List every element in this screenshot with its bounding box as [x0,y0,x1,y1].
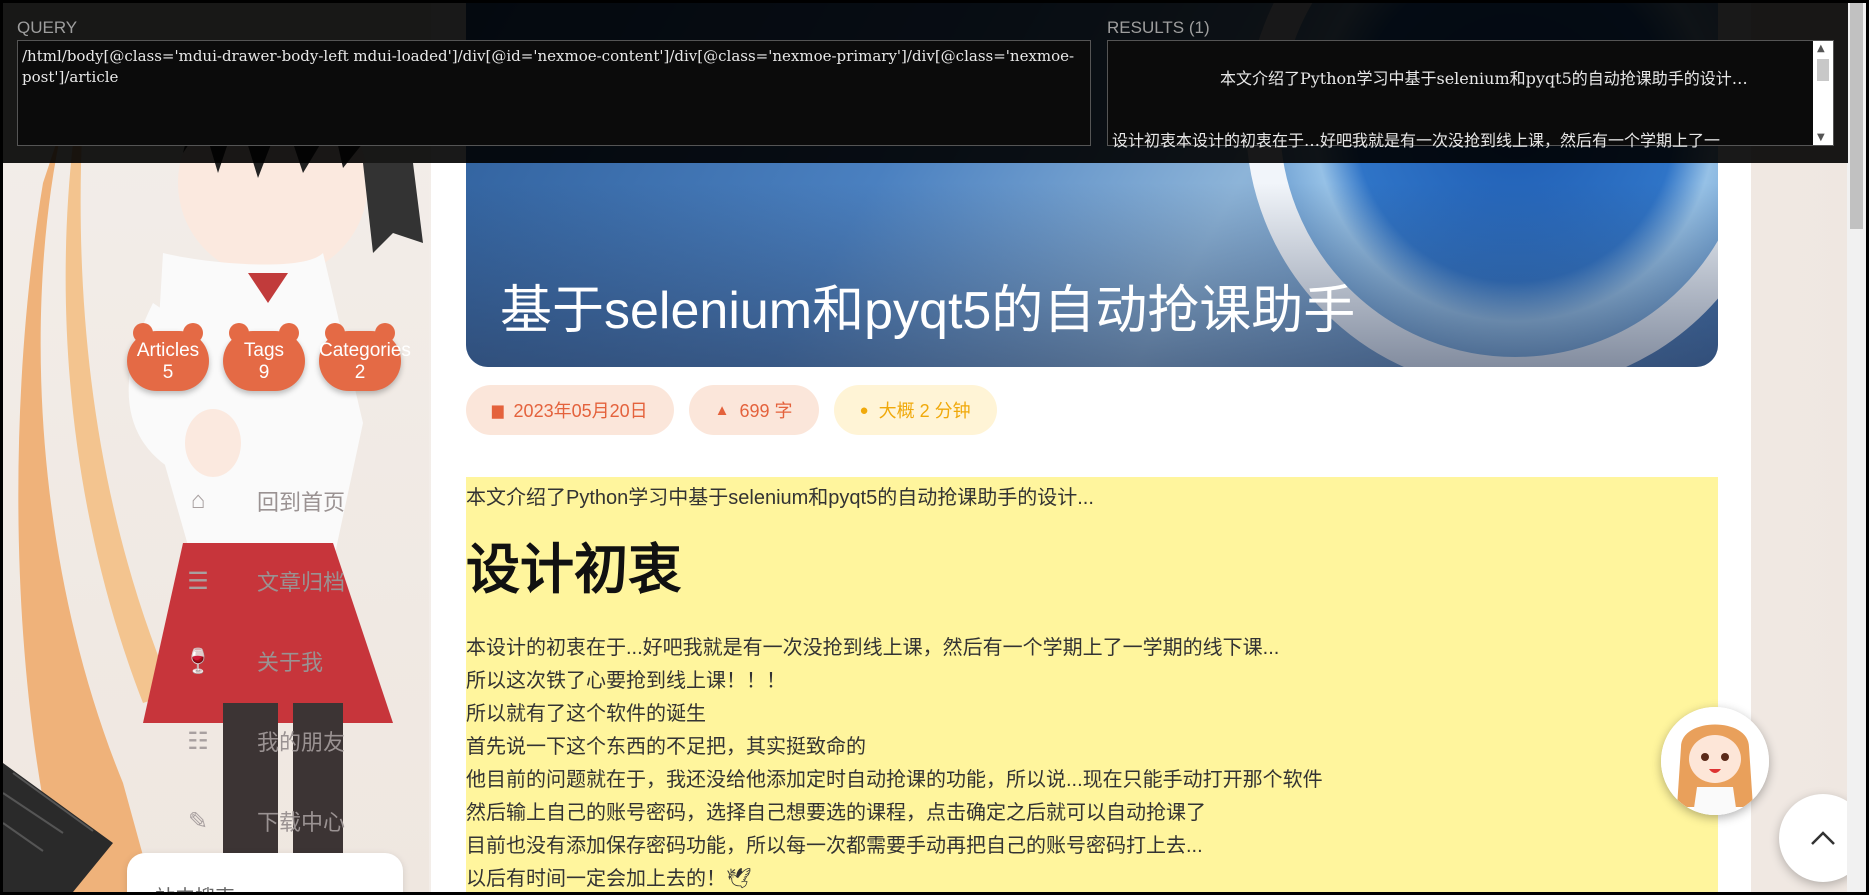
article-line: 首先说一下这个东西的不足把，其实挺致命的 [466,736,866,758]
xpath-helper-overlay: QUERY /html/body[@class='mdui-drawer-bod… [3,3,1848,163]
stat-tags[interactable]: Tags 9 [223,323,305,391]
sidebar-item-home[interactable]: ⌂ 回到首页 [173,461,393,541]
stat-value: 2 [354,362,366,383]
scroll-down-icon[interactable]: ▼ [1817,132,1825,143]
query-label: QUERY [17,18,78,37]
stat-label: Articles [136,340,200,361]
sidebar-menu: ⌂ 回到首页 ☰ 文章归档 🍷 关于我 ☷ 我的朋友 ✎ 下载中心 [173,461,393,861]
results-output[interactable]: 本文介绍了Python学习中基于selenium和pyqt5的自动抢课助手的设计… [1107,40,1834,150]
mascot-avatar[interactable] [1661,707,1769,815]
word-count-chip: ▲ 699 字 [688,385,819,435]
site-stats: Articles 5 Tags 9 Categories 2 [127,323,411,391]
reading-time: 大概 2 分钟 [878,401,971,421]
article-body: 本设计的初衷在于...好吧我就是有一次没抢到线上课，然后有一个学期上了一学期的线… [466,632,1718,892]
page-scrollbar-thumb[interactable] [1850,3,1863,229]
sidebar-item-about[interactable]: 🍷 关于我 [173,621,393,701]
chevron-up-icon [1811,831,1835,845]
post-date: 2023年05月20日 [513,401,648,421]
article-line: 然后输上自己的账号密码，选择自己想要选的课程，点击确定之后就可以自动抢课了 [466,802,1206,824]
home-icon: ⌂ [190,487,206,514]
sidebar-item-label: 回到首页 [257,490,346,515]
clock-icon: ● [859,401,869,419]
results-scrollbar[interactable]: ▲ ▼ [1813,41,1833,145]
article-intro: 本文介绍了Python学习中基于selenium和pyqt5的自动抢课助手的设计… [466,487,1094,509]
article-line: 本设计的初衷在于...好吧我就是有一次没抢到线上课，然后有一个学期上了一学期的线… [466,637,1280,659]
reading-time-chip: ● 大概 2 分钟 [833,385,997,435]
sidebar-item-downloads[interactable]: ✎ 下载中心 [173,781,393,861]
archive-icon: ☰ [187,567,209,595]
stat-value: 9 [258,362,270,383]
result-line: 本文介绍了Python学习中基于selenium和pyqt5的自动抢课助手的设计… [1220,69,1748,88]
search-widget-title: 站内搜索 [155,881,235,892]
article-line: 所以就有了这个软件的诞生 [466,703,706,725]
article-line: 以后有时间一定会加上去的！🕊 [466,868,752,890]
friends-icon: ☷ [187,727,209,755]
sidebar-item-label: 下载中心 [257,810,346,835]
calendar-icon: ▆ [492,402,504,419]
stat-categories[interactable]: Categories 2 [319,323,411,391]
results-scrollbar-thumb[interactable] [1817,59,1829,81]
word-count: 699 字 [739,401,793,421]
site-search-widget[interactable]: 站内搜索 [127,853,403,892]
article-line: 目前也没有添加保存密码功能，所以每一次都需要手动再把自己的账号密码打上去... [466,835,1203,857]
stat-label: Tags [243,340,285,361]
article-heading: 设计初衷 [466,540,682,600]
post-meta: ▆ 2023年05月20日 ▲ 699 字 ● 大概 2 分钟 [466,385,997,435]
glass-icon: 🍷 [183,647,213,675]
article-highlighted: 本文介绍了Python学习中基于selenium和pyqt5的自动抢课助手的设计… [466,477,1718,892]
article-line: 他目前的问题就在于，我还没给他添加定时自动抢课的功能，所以说...现在只能手动打… [466,769,1323,791]
sidebar-item-label: 关于我 [257,650,324,675]
result-line: 设计初衷本设计的初衷在于…好吧我就是有一次没抢到线上课，然后有一个学期上了一 [1112,131,1721,150]
post-title: 基于selenium和pyqt5的自动抢课助手 [500,282,1356,340]
scroll-up-icon[interactable]: ▲ [1817,43,1825,54]
sidebar-item-friends[interactable]: ☷ 我的朋友 [173,701,393,781]
article-line: 所以这次铁了心要抢到线上课！！！ [466,670,786,692]
mascot-icon [1661,707,1769,815]
query-input[interactable]: /html/body[@class='mdui-drawer-body-left… [17,40,1091,146]
sidebar-item-archive[interactable]: ☰ 文章归档 [173,541,393,621]
sidebar-item-label: 文章归档 [257,570,346,595]
results-label: RESULTS (1) [1107,18,1210,37]
sidebar-item-label: 我的朋友 [257,730,346,755]
stat-label: Categories [319,340,411,361]
stat-value: 5 [162,362,174,383]
stat-articles[interactable]: Articles 5 [127,323,209,391]
download-icon: ✎ [187,807,209,835]
chart-icon: ▲ [714,401,730,419]
post-date-chip: ▆ 2023年05月20日 [466,385,674,435]
